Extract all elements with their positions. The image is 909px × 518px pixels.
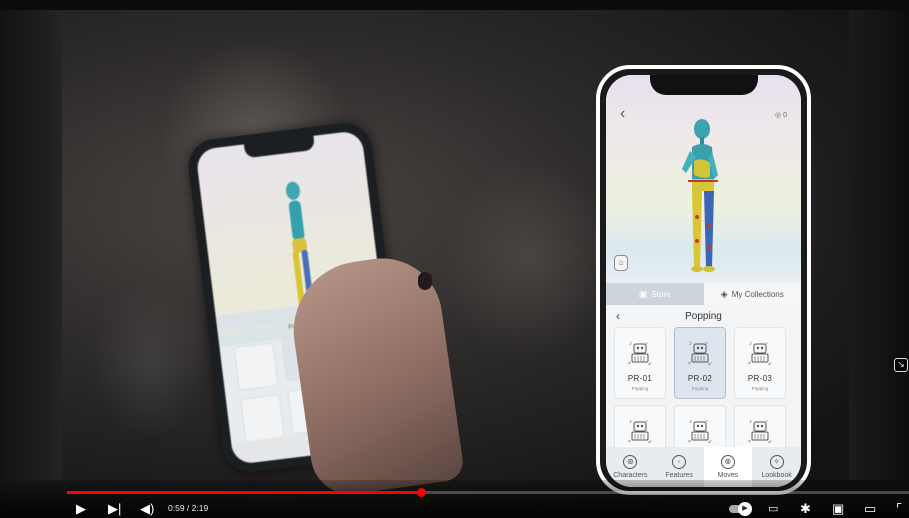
play-icon[interactable]: ▶	[76, 501, 86, 517]
cards-icon[interactable]: ↘	[894, 358, 908, 372]
svg-text:×: ×	[688, 361, 691, 366]
svg-text:♪: ♪	[749, 419, 752, 425]
handheld-card	[233, 342, 279, 391]
move-code: PR-01	[627, 374, 653, 383]
subtitles-icon[interactable]: ▭	[768, 501, 778, 517]
hand	[284, 250, 466, 500]
app-screen: ‹ ◎ 0 ⌂ ▣ Store ◈ My Collections ‹ Poppi…	[606, 75, 801, 487]
store-tabs: ▣ Store ◈ My Collections	[606, 283, 801, 305]
progress-fill	[67, 491, 421, 494]
svg-text:↙: ↙	[768, 361, 772, 366]
left-band	[0, 10, 62, 480]
nav-label: Features	[665, 472, 693, 479]
move-card[interactable]: ♪ ~ × ↙ PR-02 Popping	[674, 327, 726, 399]
robot-icon: ♪ ~ × ↙	[747, 416, 773, 445]
move-card[interactable]: ♪ ~ × ↙ PR-03 Popping	[734, 327, 786, 399]
svg-text:♪: ♪	[629, 419, 632, 425]
list-header: ‹ Popping	[606, 307, 801, 327]
progress-bar[interactable]	[67, 488, 909, 497]
phone-notch	[649, 75, 758, 95]
robot-icon: ♪ ~ × ↙	[627, 338, 653, 367]
move-category: Popping	[631, 386, 649, 391]
collections-icon: ◈	[720, 288, 728, 299]
handheld-card	[239, 393, 285, 443]
svg-text:×: ×	[688, 439, 691, 444]
svg-text:♪: ♪	[629, 341, 632, 347]
characters-icon: ⊛	[623, 455, 638, 469]
svg-text:♪: ♪	[689, 341, 692, 347]
back-icon[interactable]: ‹	[620, 105, 625, 123]
svg-text:×: ×	[628, 439, 631, 444]
store-icon: ▣	[638, 288, 648, 299]
svg-text:×: ×	[628, 361, 631, 366]
move-code: PR-02	[687, 374, 713, 383]
tab-collections-label: My Collections	[731, 289, 784, 299]
background-light	[440, 160, 620, 360]
robot-icon: ♪ ~ × ↙	[627, 416, 653, 445]
svg-text:↙: ↙	[708, 439, 712, 444]
move-category: Popping	[751, 386, 769, 391]
autoplay-toggle[interactable]: ▶	[729, 502, 752, 516]
app-phone-frame: ‹ ◎ 0 ⌂ ▣ Store ◈ My Collections ‹ Poppi…	[596, 65, 811, 495]
miniplayer-icon[interactable]: ▣	[832, 501, 844, 517]
section-title: Popping	[685, 311, 722, 322]
move-card[interactable]: ♪ ~ × ↙ PR-01 Popping	[614, 327, 666, 399]
svg-text:♪: ♪	[689, 419, 692, 425]
fullscreen-icon[interactable]: ⌜	[896, 501, 902, 517]
lookbook-icon: ✧	[769, 455, 784, 469]
background-light	[90, 280, 210, 440]
svg-text:↙: ↙	[708, 361, 712, 366]
move-code: PR-03	[747, 374, 773, 383]
nav-label: Moves	[717, 472, 739, 479]
avatar-figure	[682, 119, 718, 272]
svg-text:↙: ↙	[768, 439, 772, 444]
move-category: Popping	[691, 386, 709, 391]
robot-icon: ♪ ~ × ↙	[747, 338, 773, 367]
svg-text:×: ×	[748, 439, 751, 444]
tab-store[interactable]: ▣ Store	[606, 283, 704, 305]
robot-icon: ♪ ~ × ↙	[687, 338, 713, 367]
theater-icon[interactable]: ▭	[864, 501, 876, 517]
lock-icon[interactable]: ⌂	[614, 255, 628, 271]
robot-icon: ♪ ~ × ↙	[687, 416, 713, 445]
coin-icon[interactable]: ◎ 0	[775, 111, 787, 119]
svg-text:↙: ↙	[648, 439, 652, 444]
progress-scrubber[interactable]	[416, 488, 426, 497]
next-icon[interactable]: ▶|	[108, 501, 121, 517]
avatar-stage: ‹ ◎ 0 ⌂	[606, 75, 801, 283]
settings-icon[interactable]: ✱	[800, 501, 811, 517]
moves-icon: ⊗	[720, 455, 735, 469]
fingernail	[418, 272, 432, 290]
video-frame[interactable]: Popping ‹ ◎ 0	[0, 0, 909, 518]
volume-icon[interactable]: ◀)	[140, 501, 154, 517]
svg-text:×: ×	[748, 361, 751, 366]
time-display: 0:59 / 2:19	[168, 503, 209, 513]
tab-store-label: Store	[651, 289, 671, 299]
features-icon: ◦	[672, 455, 687, 469]
handheld-phone-notch	[243, 135, 315, 159]
top-bar	[0, 0, 909, 10]
tab-my-collections[interactable]: ◈ My Collections	[703, 283, 801, 305]
svg-text:↙: ↙	[648, 361, 652, 366]
nav-label: Lookbook	[761, 472, 792, 479]
svg-text:♪: ♪	[749, 341, 752, 347]
nav-label: Characters	[613, 472, 648, 479]
right-band	[849, 10, 909, 480]
